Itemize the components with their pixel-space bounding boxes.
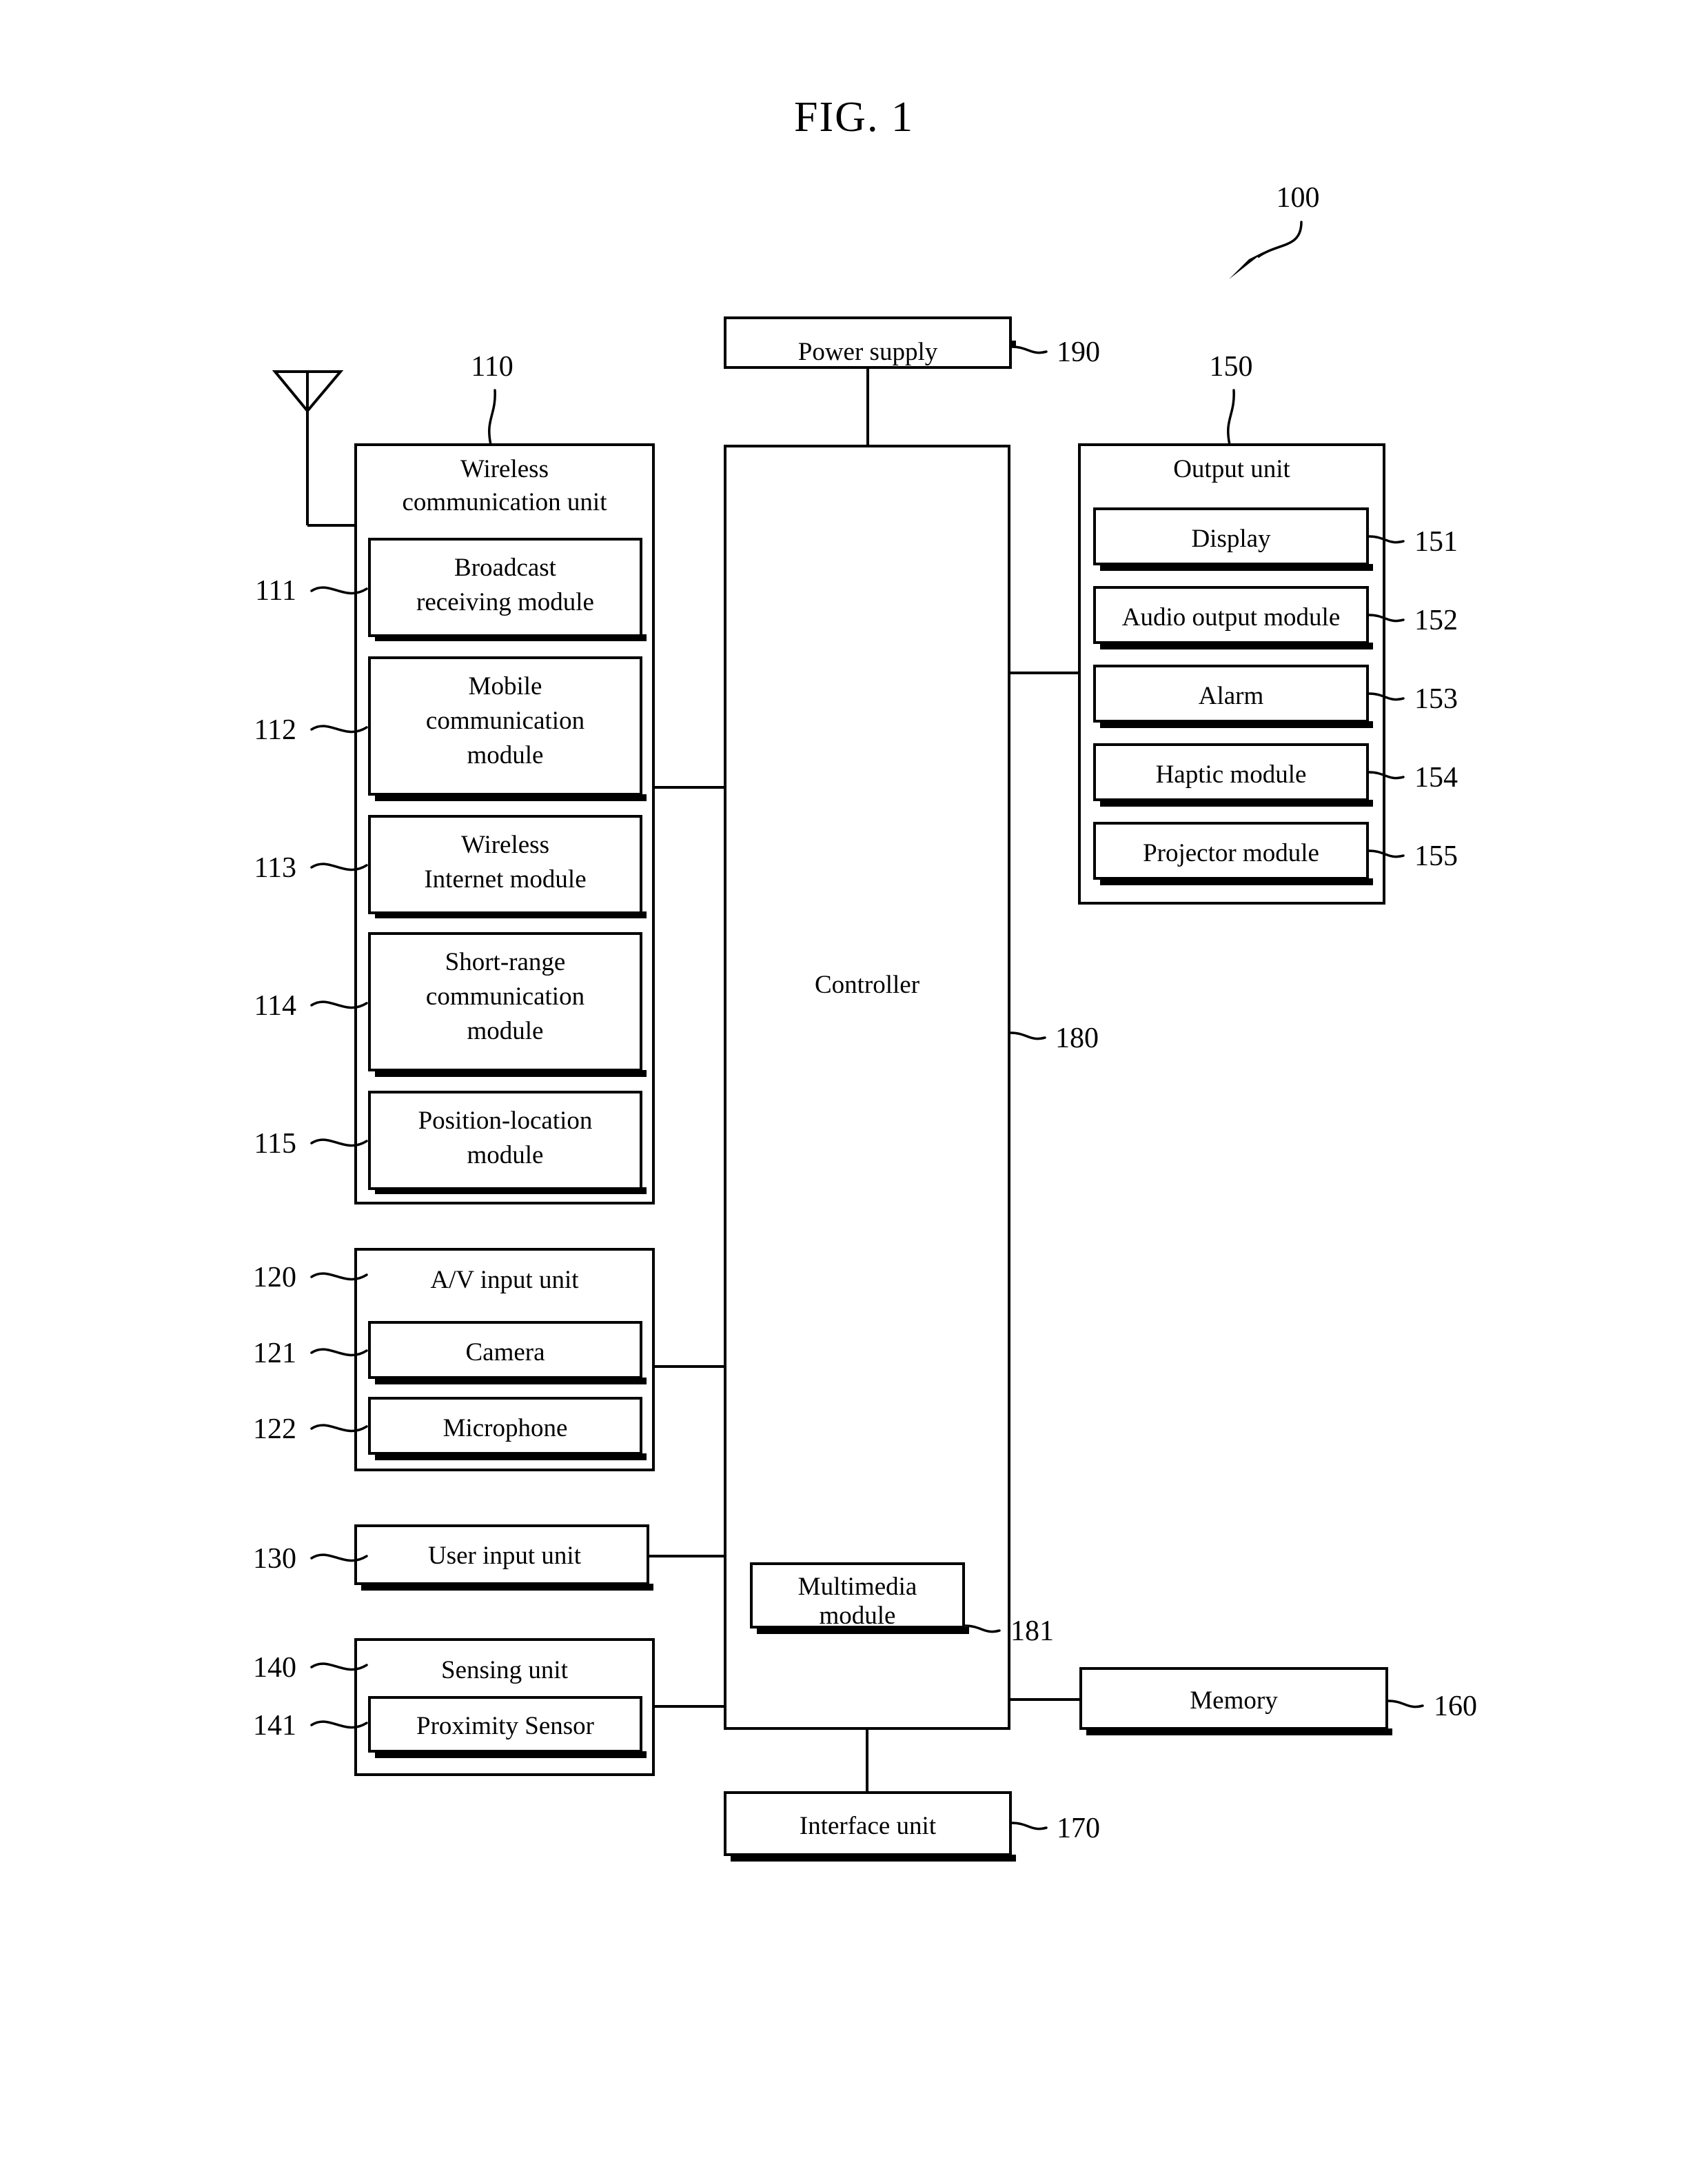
user-input-unit-label: User input unit	[428, 1542, 582, 1570]
short-range-communication-module-label-1: Short-range	[445, 948, 566, 976]
power-supply-label: Power supply	[798, 338, 938, 366]
short-range-communication-module-label-2: communication	[426, 982, 584, 1011]
wireless-communication-unit-label-1: Wireless	[460, 455, 549, 483]
camera-label: Camera	[465, 1338, 545, 1367]
proximity-sensor-label: Proximity Sensor	[416, 1712, 594, 1740]
ref-113: 113	[254, 852, 296, 884]
multimedia-module-label-1: Multimedia	[798, 1573, 917, 1601]
ref-181: 181	[1010, 1615, 1054, 1647]
ref-160-leader	[1387, 1700, 1424, 1708]
ref-130: 130	[253, 1543, 296, 1575]
ref-150: 150	[1210, 351, 1253, 383]
short-range-communication-module-label-3: module	[467, 1017, 544, 1045]
broadcast-receiving-module-label-1: Broadcast	[454, 554, 557, 582]
ref-114: 114	[254, 990, 296, 1022]
block-diagram: FIG. 1 100 Power supply 190 110 Wireless…	[253, 94, 1477, 1862]
mobile-communication-module-label-3: module	[467, 741, 544, 769]
av-input-unit-label: A/V input unit	[430, 1266, 579, 1294]
broadcast-receiving-module-label-2: receiving module	[416, 588, 594, 616]
ref-111: 111	[255, 575, 296, 607]
ref-153: 153	[1414, 683, 1458, 715]
ref-110-leader	[487, 389, 496, 446]
ref-154: 154	[1414, 762, 1458, 794]
position-location-module-label-2: module	[467, 1141, 544, 1169]
wireless-internet-module-label-1: Wireless	[461, 831, 549, 859]
arrow-icon	[1229, 252, 1264, 279]
figure-title: FIG. 1	[794, 94, 914, 141]
ref-170-leader	[1010, 1822, 1048, 1831]
controller-box	[724, 445, 1010, 1730]
output-unit-label: Output unit	[1173, 455, 1290, 483]
ref-180-leader	[1009, 1031, 1046, 1040]
ref-112: 112	[254, 714, 296, 746]
ref-180: 180	[1055, 1022, 1099, 1054]
antenna-icon	[272, 370, 357, 527]
multimedia-module-label-2: module	[820, 1602, 896, 1630]
ref-170: 170	[1057, 1813, 1100, 1844]
alarm-label: Alarm	[1199, 682, 1264, 710]
position-location-module-label-1: Position-location	[418, 1107, 593, 1135]
ref-141: 141	[253, 1710, 296, 1742]
ref-155: 155	[1414, 840, 1458, 872]
mobile-communication-module-label-2: communication	[426, 707, 584, 735]
ref-151: 151	[1414, 526, 1458, 558]
display-label: Display	[1191, 525, 1271, 553]
ref-115: 115	[254, 1128, 296, 1160]
ref-121: 121	[253, 1338, 296, 1369]
interface-unit-label: Interface unit	[800, 1812, 937, 1840]
audio-output-module-label: Audio output module	[1122, 603, 1341, 632]
ref-100: 100	[1277, 182, 1320, 214]
controller-label: Controller	[815, 971, 919, 999]
ref-110: 110	[471, 351, 513, 383]
patent-figure-canvas: FIG. 1 100 Power supply 190 110 Wireless…	[0, 0, 1708, 2158]
ref-160: 160	[1434, 1691, 1477, 1722]
projector-module-label: Projector module	[1143, 839, 1319, 867]
haptic-module-label: Haptic module	[1156, 760, 1307, 789]
ref-100-leader	[1257, 221, 1303, 258]
ref-140: 140	[253, 1652, 296, 1684]
sensing-unit-label: Sensing unit	[441, 1656, 569, 1684]
ref-150-leader	[1226, 389, 1235, 446]
ref-152: 152	[1414, 605, 1458, 636]
ref-190: 190	[1057, 336, 1100, 368]
mobile-communication-module-label-1: Mobile	[469, 672, 542, 700]
ref-120: 120	[253, 1262, 296, 1293]
ref-122: 122	[253, 1413, 296, 1445]
wireless-communication-unit-label-2: communication unit	[403, 488, 608, 516]
wireless-internet-module-label-2: Internet module	[424, 865, 586, 894]
ref-190-leader	[1010, 345, 1048, 354]
microphone-label: Microphone	[443, 1414, 568, 1442]
memory-label: Memory	[1190, 1686, 1278, 1715]
